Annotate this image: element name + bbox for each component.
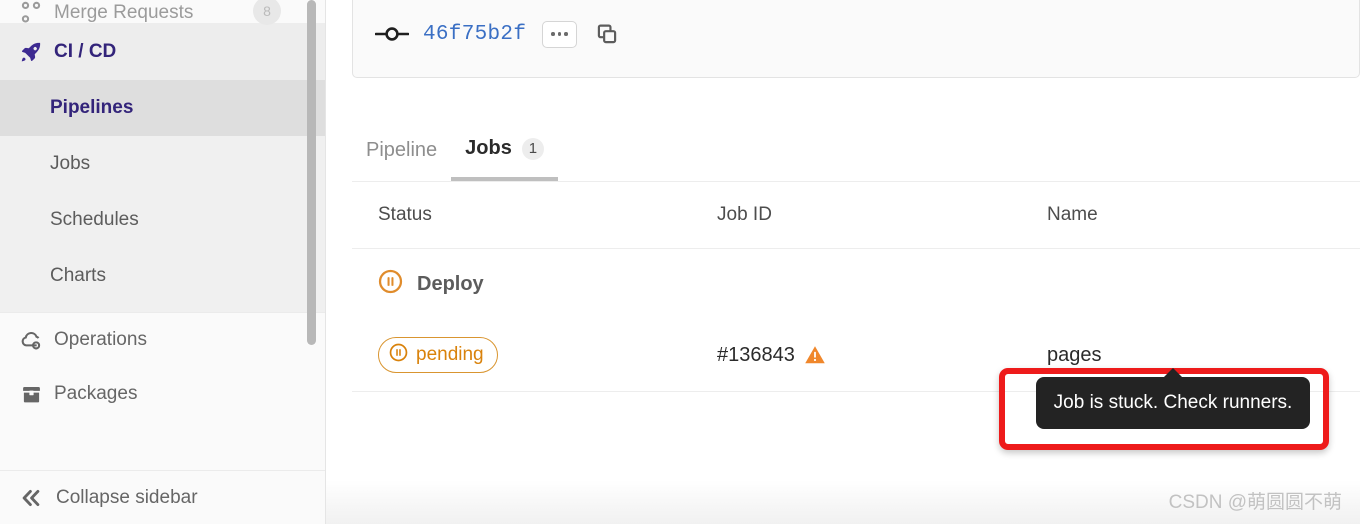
job-id-cell: #136843 [717,344,1047,367]
tooltip-text: Job is stuck. Check runners. [1053,392,1293,413]
cloud-gear-icon [18,329,44,352]
table-header-row: Status Job ID Name [352,182,1360,249]
footer-band: CSDN @萌圆圆不萌 [326,480,1360,524]
ellipsis-icon[interactable] [542,20,578,48]
commit-row: 46f75b2f [375,17,619,51]
job-status-cell: pending [352,337,717,373]
sidebar-item-operations[interactable]: Operations [0,313,325,367]
stage-group-row: Deploy [352,249,1360,319]
gitlab-pipeline-jobs-page: Merge Requests 8 CI / CD Pipelines Jobs [0,0,1360,524]
sidebar-scroll-area: Merge Requests 8 CI / CD Pipelines Jobs [0,0,325,470]
sidebar: Merge Requests 8 CI / CD Pipelines Jobs [0,0,326,524]
sidebar-subitem-label: Schedules [50,209,139,230]
sidebar-subitem-label: Charts [50,265,106,286]
pause-circle-icon [389,343,408,368]
sidebar-item-cicd[interactable]: CI / CD [0,24,325,80]
status-badge[interactable]: pending [378,337,498,373]
tooltip-arrow [1163,368,1183,378]
tab-label: Jobs [465,137,512,159]
stage-name: Deploy [417,272,484,295]
sidebar-item-label: Merge Requests [54,2,194,23]
sidebar-item-merge-requests[interactable]: Merge Requests 8 [0,0,325,25]
chevron-double-left-icon [18,486,44,510]
jobs-table: Status Job ID Name Deploy pending #13684… [352,182,1360,392]
package-icon [18,384,44,405]
commit-panel: 46f75b2f [352,0,1360,78]
tab-jobs-count-badge: 1 [521,137,544,160]
stuck-job-tooltip: Job is stuck. Check runners. [1036,368,1310,429]
sidebar-item-charts[interactable]: Charts [0,248,325,304]
job-id-link[interactable]: #136843 [717,344,795,367]
sidebar-item-label: CI / CD [54,41,117,62]
sidebar-item-pipelines[interactable]: Pipelines [0,80,325,136]
column-header-name: Name [1047,204,1098,225]
tab-pipeline[interactable]: Pipeline [352,120,451,181]
status-badge-label: pending [416,344,484,365]
pending-circle-icon [378,269,403,299]
commit-sha-link[interactable]: 46f75b2f [423,23,526,46]
sidebar-cicd-submenu: Pipelines Jobs Schedules Charts [0,80,325,312]
sidebar-subitem-label: Jobs [50,153,91,174]
column-header-status: Status [378,204,432,225]
sidebar-item-schedules[interactable]: Schedules [0,192,325,248]
job-name-cell: pages [1047,344,1347,367]
merge-request-icon [18,1,44,23]
main-content: 46f75b2f Pipeline Jobs 1 Status Job ID N… [326,0,1360,524]
merge-requests-count-badge: 8 [253,0,281,25]
copy-icon[interactable] [595,22,619,46]
watermark: CSDN @萌圆圆不萌 [1168,492,1342,513]
collapse-sidebar-button[interactable]: Collapse sidebar [0,470,325,524]
column-header-job-id: Job ID [717,204,772,225]
sidebar-scrollbar-thumb[interactable] [307,0,316,345]
pipeline-tabs: Pipeline Jobs 1 [352,120,1360,182]
sidebar-item-jobs[interactable]: Jobs [0,136,325,192]
job-name-link[interactable]: pages [1047,344,1102,366]
collapse-sidebar-label: Collapse sidebar [56,486,198,508]
sidebar-item-packages[interactable]: Packages [0,367,325,421]
tab-jobs[interactable]: Jobs 1 [451,120,558,181]
sidebar-item-label: Packages [54,383,138,404]
sidebar-subitem-label: Pipelines [50,97,134,118]
tab-label: Pipeline [366,139,438,161]
commit-node-icon [375,25,409,43]
warning-triangle-icon[interactable] [804,344,826,366]
rocket-icon [18,41,44,63]
sidebar-item-label: Operations [54,329,147,350]
